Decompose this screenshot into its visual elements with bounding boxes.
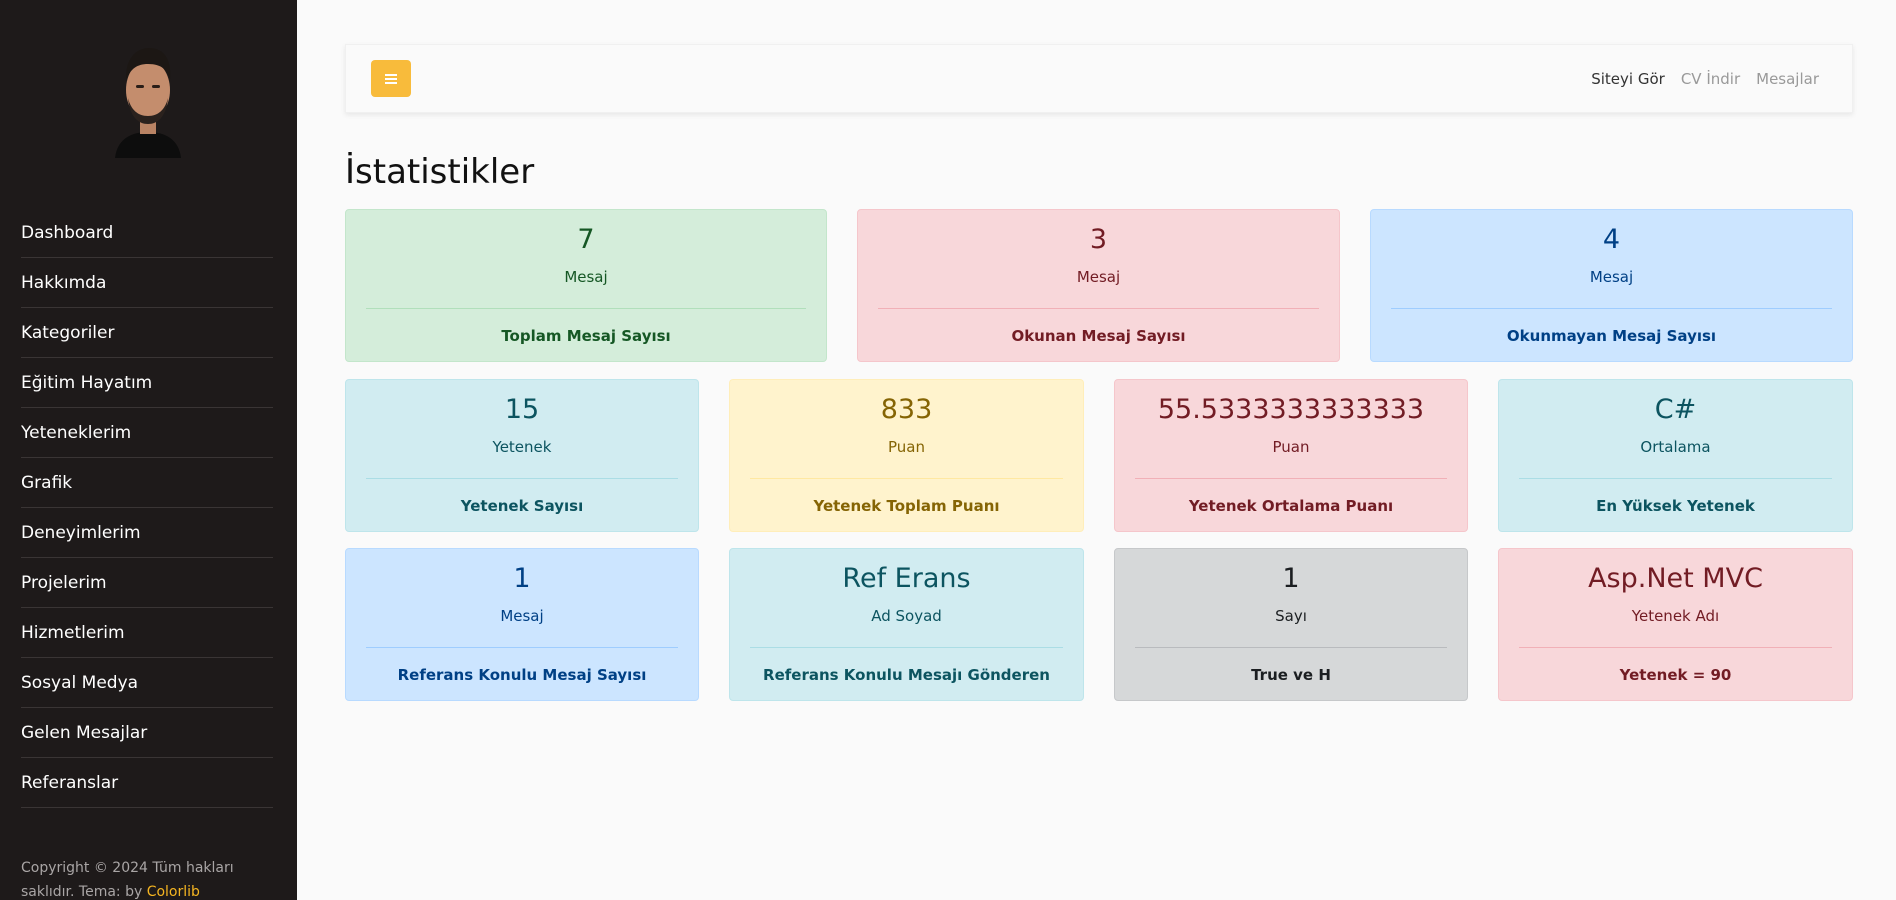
- stat-value: Asp.Net MVC: [1588, 563, 1763, 594]
- stat-unit: Sayı: [1275, 607, 1307, 625]
- card-divider: [1519, 478, 1832, 479]
- sidebar-toggle-button[interactable]: [371, 60, 411, 97]
- stat-unit: Mesaj: [564, 268, 608, 286]
- sidebar-item-hizmetlerim[interactable]: Hizmetlerim: [21, 608, 273, 658]
- sidebar-item-dashboard[interactable]: Dashboard: [21, 208, 273, 258]
- stat-card-skill-average: 55.5333333333333 Puan Yetenek Ortalama P…: [1114, 379, 1468, 532]
- stat-label: En Yüksek Yetenek: [1596, 497, 1755, 515]
- stat-label: Okunan Mesaj Sayısı: [1011, 327, 1186, 345]
- stat-value: C#: [1654, 394, 1697, 425]
- sidebar-item-egitim-hayatim[interactable]: Eğitim Hayatım: [21, 358, 273, 408]
- card-divider: [366, 478, 678, 479]
- card-divider: [366, 308, 806, 309]
- sidebar-item-sosyal-medya[interactable]: Sosyal Medya: [21, 658, 273, 708]
- sidebar-nav: Dashboard Hakkımda Kategoriler Eğitim Ha…: [21, 208, 273, 808]
- sidebar-item-kategoriler[interactable]: Kategoriler: [21, 308, 273, 358]
- card-divider: [1519, 647, 1832, 648]
- stat-value: 1: [513, 563, 531, 594]
- stat-unit: Ortalama: [1640, 438, 1711, 456]
- card-divider: [878, 308, 1319, 309]
- stat-card-reference-messages: 1 Mesaj Referans Konulu Mesaj Sayısı: [345, 548, 699, 701]
- stat-label: Yetenek Ortalama Puanı: [1188, 497, 1394, 515]
- stat-label: Yetenek Toplam Puanı: [813, 497, 1000, 515]
- nav-link-mesajlar[interactable]: Mesajlar: [1756, 70, 1819, 88]
- card-divider: [1135, 478, 1447, 479]
- stat-label: Toplam Mesaj Sayısı: [501, 327, 671, 345]
- sidebar-item-hakkimda[interactable]: Hakkımda: [21, 258, 273, 308]
- nav-link-siteyi-gor[interactable]: Siteyi Gör: [1591, 70, 1665, 88]
- stat-card-total-messages: 7 Mesaj Toplam Mesaj Sayısı: [345, 209, 827, 362]
- stat-unit: Mesaj: [500, 607, 544, 625]
- sidebar-item-grafik[interactable]: Grafik: [21, 458, 273, 508]
- page-title: İstatistikler: [345, 152, 535, 192]
- top-navbar: Siteyi Gör CV İndir Mesajlar: [345, 44, 1853, 113]
- stat-card-unread-messages: 4 Mesaj Okunmayan Mesaj Sayısı: [1370, 209, 1853, 362]
- stat-value: 4: [1602, 224, 1621, 255]
- stat-value: 833: [880, 394, 933, 425]
- sidebar-item-referanslar[interactable]: Referanslar: [21, 758, 273, 808]
- stat-card-reference-sender: Ref Erans Ad Soyad Referans Konulu Mesaj…: [729, 548, 1084, 701]
- stat-label: Referans Konulu Mesajı Gönderen: [763, 666, 1050, 684]
- stat-unit: Yetenek: [492, 438, 552, 456]
- stat-card-skill-90: Asp.Net MVC Yetenek Adı Yetenek = 90: [1498, 548, 1853, 701]
- stat-label: Yetenek Sayısı: [460, 497, 584, 515]
- top-nav-links: Siteyi Gör CV İndir Mesajlar: [1591, 45, 1819, 112]
- stat-card-skill-count: 15 Yetenek Yetenek Sayısı: [345, 379, 699, 532]
- stat-value: 1: [1282, 563, 1300, 594]
- card-divider: [1135, 647, 1447, 648]
- nav-link-cv-indir[interactable]: CV İndir: [1681, 70, 1740, 88]
- stat-value: Ref Erans: [842, 563, 971, 594]
- stat-label: Yetenek = 90: [1619, 666, 1732, 684]
- stat-unit: Mesaj: [1076, 268, 1121, 286]
- copyright-text: Copyright © 2024 Tüm hakları saklıdır. T…: [21, 860, 234, 900]
- stat-value: 15: [504, 394, 540, 425]
- card-divider: [750, 647, 1063, 648]
- sidebar-item-yeteneklerim[interactable]: Yeteneklerim: [21, 408, 273, 458]
- menu-icon: [385, 73, 397, 84]
- stat-card-read-messages: 3 Mesaj Okunan Mesaj Sayısı: [857, 209, 1340, 362]
- stat-value: 55.5333333333333: [1157, 394, 1425, 425]
- sidebar-footer: Copyright © 2024 Tüm hakları saklıdır. T…: [21, 856, 261, 900]
- sidebar-item-projelerim[interactable]: Projelerim: [21, 558, 273, 608]
- stat-label: Okunmayan Mesaj Sayısı: [1506, 327, 1717, 345]
- stat-unit: Yetenek Adı: [1631, 607, 1720, 625]
- stat-label: Referans Konulu Mesaj Sayısı: [397, 666, 647, 684]
- stat-unit: Puan: [1272, 438, 1310, 456]
- card-divider: [750, 478, 1063, 479]
- sidebar-item-deneyimlerim[interactable]: Deneyimlerim: [21, 508, 273, 558]
- sidebar-item-gelen-mesajlar[interactable]: Gelen Mesajlar: [21, 708, 273, 758]
- card-divider: [1391, 308, 1832, 309]
- stat-label: True ve H: [1251, 666, 1331, 684]
- stat-value: 3: [1089, 224, 1108, 255]
- stat-card-top-skill: C# Ortalama En Yüksek Yetenek: [1498, 379, 1853, 532]
- sidebar: Dashboard Hakkımda Kategoriler Eğitim Ha…: [0, 0, 297, 900]
- stat-unit: Mesaj: [1589, 268, 1634, 286]
- profile-avatar: [115, 48, 181, 158]
- stat-card-skill-total: 833 Puan Yetenek Toplam Puanı: [729, 379, 1084, 532]
- colorlib-link[interactable]: Colorlib: [147, 884, 200, 900]
- stat-card-true-count: 1 Sayı True ve H: [1114, 548, 1468, 701]
- stat-unit: Ad Soyad: [871, 607, 942, 625]
- stat-unit: Puan: [888, 438, 925, 456]
- card-divider: [366, 647, 678, 648]
- stat-value: 7: [577, 224, 595, 255]
